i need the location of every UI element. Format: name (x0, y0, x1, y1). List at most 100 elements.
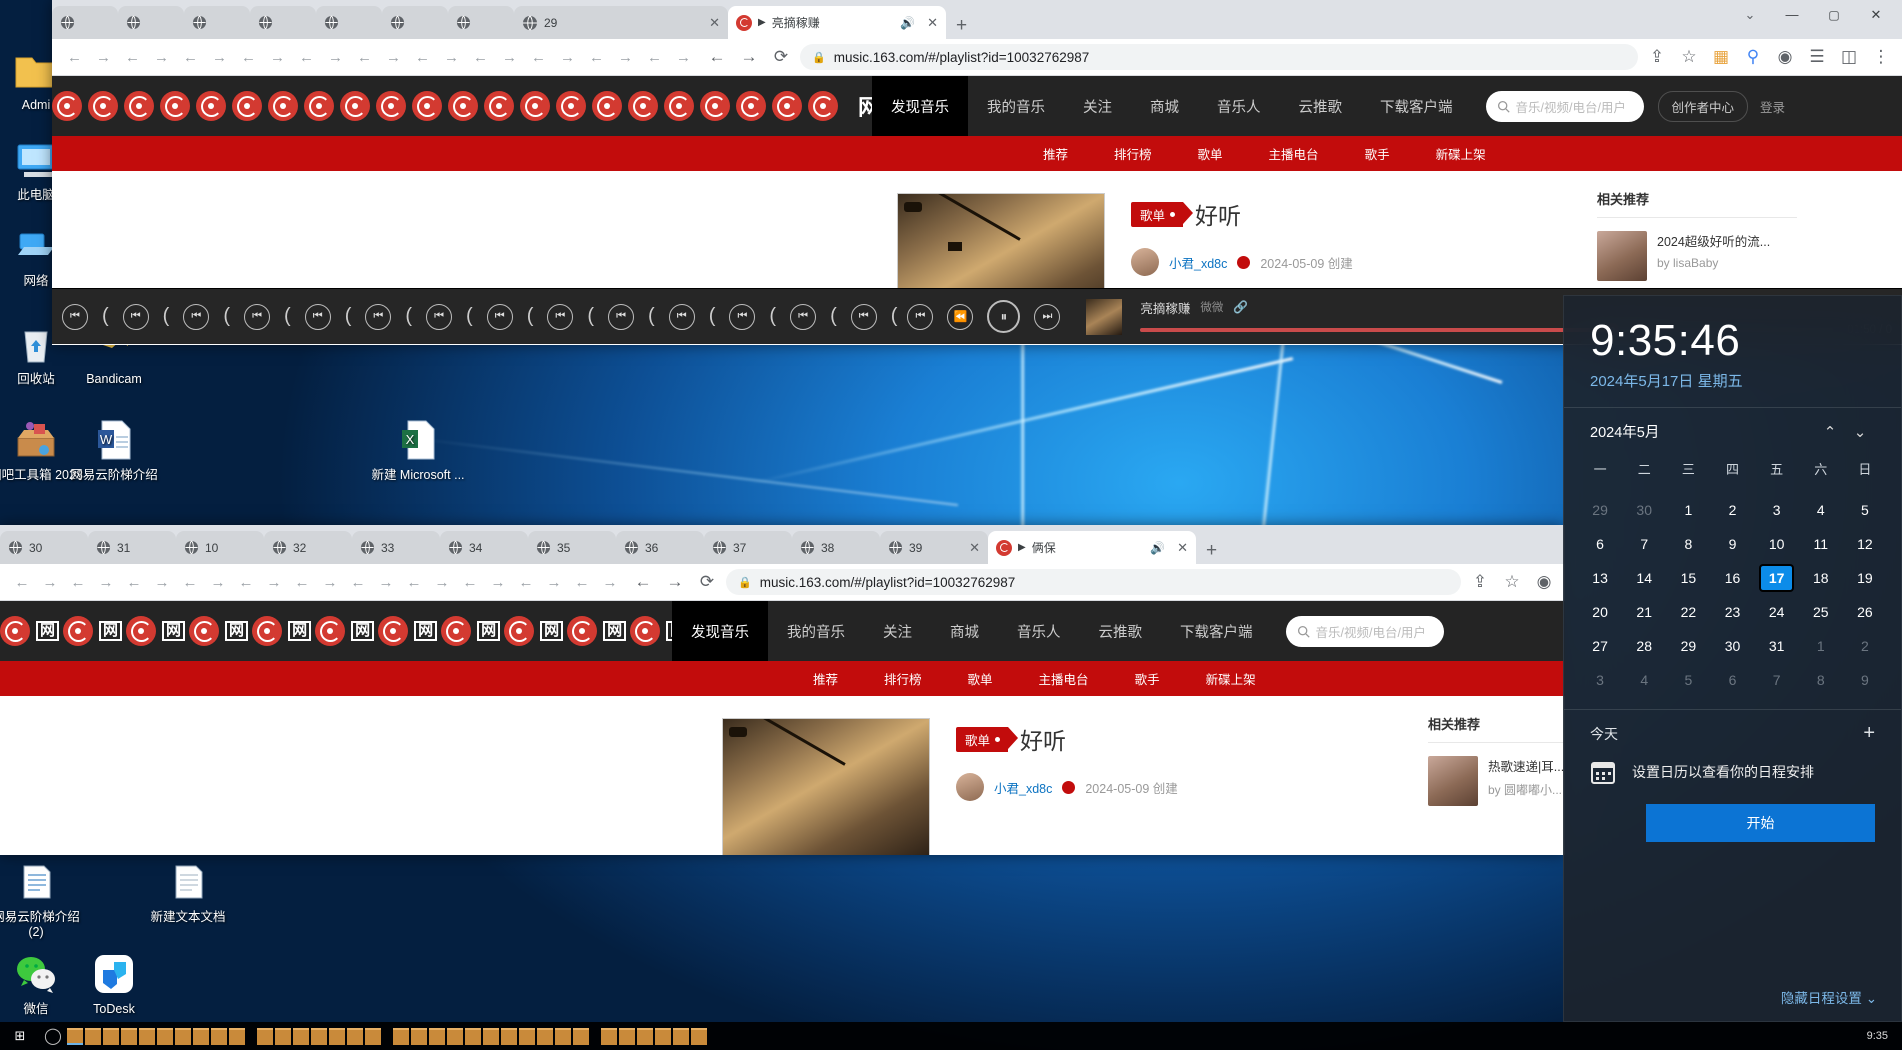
tab-overflow[interactable] (52, 6, 118, 39)
taskbar-window-button[interactable] (447, 1028, 463, 1045)
netease-nav-top[interactable]: 发现音乐我的音乐关注商城音乐人云推歌下载客户端 (872, 76, 1472, 136)
calendar-day[interactable]: 24 (1755, 595, 1799, 629)
bookmark-star-icon[interactable]: ☆ (1676, 47, 1702, 67)
share-icon[interactable]: ⇪ (1644, 47, 1670, 67)
taskbar-window-button[interactable] (311, 1028, 327, 1045)
netease-nav-5[interactable]: 云推歌 (1280, 76, 1362, 136)
playlist-author-avatar-top[interactable] (1131, 248, 1159, 276)
calendar-day[interactable]: 30 (1622, 493, 1666, 527)
back-button[interactable]: ← (704, 47, 730, 67)
netease-nav-1[interactable]: 我的音乐 (968, 76, 1064, 136)
calendar-day[interactable]: 8 (1666, 527, 1710, 561)
taskbar-window-button[interactable] (293, 1028, 309, 1045)
window-minimize-button[interactable]: — (1772, 0, 1812, 30)
netease-nav-4[interactable]: 音乐人 (1198, 76, 1280, 136)
tab-close-icon[interactable]: ✕ (969, 540, 980, 556)
tab-strip-top[interactable]: 29 ✕ ▶ 亮摘稼赚 🔊 ✕ + ⌄ — ▢ ✕ (52, 0, 1902, 39)
tab-overflow[interactable] (448, 6, 514, 39)
tab-38[interactable]: 38 (792, 531, 880, 564)
bookmark-star-icon[interactable]: ☆ (1499, 572, 1525, 592)
clock-calendar-flyout[interactable]: 9:35:46 2024年5月17日 星期五 2024年5月 ⌃ ⌄ 一二三四五… (1563, 295, 1902, 1022)
sidepanel-icon[interactable]: ◫ (1836, 47, 1862, 67)
netease-subnav-4[interactable]: 歌手 (1342, 144, 1413, 163)
share-icon[interactable]: ⇪ (1467, 572, 1493, 592)
desktop-icon-netease-doc-2[interactable]: 网易云阶梯介绍(2) (0, 858, 84, 940)
netease-subnav-0[interactable]: 推荐 (790, 669, 861, 688)
forward-button[interactable]: → (736, 47, 762, 67)
calendar-day[interactable]: 18 (1799, 561, 1843, 595)
taskbar-window-button[interactable] (67, 1028, 83, 1045)
taskbar-window-button[interactable] (347, 1028, 363, 1045)
netease-nav-4[interactable]: 音乐人 (998, 601, 1080, 661)
taskbar-window-button[interactable] (483, 1028, 499, 1045)
calendar-day[interactable]: 4 (1622, 663, 1666, 697)
tab-32[interactable]: 32 (264, 531, 352, 564)
netease-subnav-2[interactable]: 歌单 (1175, 144, 1246, 163)
calendar-day[interactable]: 6 (1710, 663, 1754, 697)
calendar-day[interactable]: 30 (1710, 629, 1754, 663)
agenda-add-icon[interactable]: + (1863, 722, 1875, 745)
taskbar-window-button[interactable] (691, 1028, 707, 1045)
tab-34[interactable]: 34 (440, 531, 528, 564)
browser-window-top[interactable]: 29 ✕ ▶ 亮摘稼赚 🔊 ✕ + ⌄ — ▢ ✕ ←→←→←→←→←→←→←→… (52, 0, 1902, 345)
calendar-day[interactable]: 23 (1710, 595, 1754, 629)
calendar-day[interactable]: 7 (1622, 527, 1666, 561)
recommend-item-top[interactable]: 2024超级好听的流... by lisaBaby (1597, 218, 1797, 281)
taskbar-window-button[interactable] (193, 1028, 209, 1045)
taskbar-window-button[interactable] (229, 1028, 245, 1045)
taskbar-window-button[interactable] (365, 1028, 381, 1045)
window-chevron-icon[interactable]: ⌄ (1730, 0, 1770, 30)
tab-overflow[interactable] (382, 6, 448, 39)
window-maximize-button[interactable]: ▢ (1814, 0, 1854, 30)
tab-overflow[interactable] (250, 6, 316, 39)
netease-subnav-5[interactable]: 新碟上架 (1413, 144, 1509, 163)
calendar-day[interactable]: 29 (1666, 629, 1710, 663)
calendar-day[interactable]: 25 (1799, 595, 1843, 629)
window-close-button[interactable]: ✕ (1856, 0, 1896, 30)
calendar-prev-icon[interactable]: ⌃ (1815, 423, 1845, 441)
calendar-day[interactable]: 5 (1666, 663, 1710, 697)
calendar-day[interactable]: 27 (1578, 629, 1622, 663)
recommend-item-bottom[interactable]: 热歌速递|耳... by 圆嘟嘟小... (1428, 743, 1565, 806)
taskbar-window-button[interactable] (157, 1028, 173, 1045)
address-bar-top[interactable]: 🔒 music.163.com/#/playlist?id=1003276298… (800, 44, 1638, 70)
calendar-day[interactable]: 26 (1843, 595, 1887, 629)
calendar-day[interactable]: 2 (1843, 629, 1887, 663)
taskbar-window-button[interactable] (411, 1028, 427, 1045)
calendar-day[interactable]: 11 (1799, 527, 1843, 561)
taskbar-window-button[interactable] (103, 1028, 119, 1045)
tab-close-icon[interactable]: ✕ (1177, 540, 1188, 556)
creator-center-button-top[interactable]: 创作者中心 (1658, 91, 1749, 122)
netease-subnav-4[interactable]: 歌手 (1112, 669, 1183, 688)
recommend-name[interactable]: 热歌速递|耳... (1488, 756, 1564, 775)
netease-subnav-1[interactable]: 排行榜 (861, 669, 945, 688)
netease-nav-3[interactable]: 商城 (931, 601, 998, 661)
taskbar-clock[interactable]: 9:35 (1867, 1030, 1902, 1042)
omnibox-row-top[interactable]: ←→←→←→←→←→←→←→←→←→←→←→ ← → ⟳ 🔒 music.163… (52, 39, 1902, 76)
calendar-day[interactable]: 15 (1666, 561, 1710, 595)
tab-active-top[interactable]: ▶ 亮摘稼赚 🔊 ✕ (728, 6, 946, 39)
netease-nav-2[interactable]: 关注 (864, 601, 931, 661)
menu-kebab-icon[interactable]: ⋮ (1868, 47, 1894, 67)
hide-agenda-settings-link[interactable]: 隐藏日程设置 ⌄ (1781, 987, 1877, 1007)
calendar-day[interactable]: 9 (1710, 527, 1754, 561)
calendar-day[interactable]: 4 (1799, 493, 1843, 527)
taskbar-window-button[interactable] (519, 1028, 535, 1045)
omnibox-row-bottom[interactable]: ←→←→←→←→←→←→←→←→←→←→←→ ← → ⟳ 🔒 music.163… (0, 564, 1565, 601)
tab-strip-bottom[interactable]: 3031103233343536373839✕ ▶ 俩保 🔊 ✕ + (0, 525, 1565, 564)
extension-pin-icon[interactable]: ⚲ (1740, 47, 1766, 67)
netease-subnav-2[interactable]: 歌单 (945, 669, 1016, 688)
taskbar-search-icon[interactable]: ◯ (40, 1026, 66, 1046)
player-rewind-button-top[interactable]: ⏪ (947, 304, 973, 330)
calendar-day[interactable]: 6 (1578, 527, 1622, 561)
player-prev-button-top[interactable]: ⏮ (907, 304, 933, 330)
tab-30[interactable]: 30 (0, 531, 88, 564)
calendar-day[interactable]: 22 (1666, 595, 1710, 629)
netease-search-input-bottom[interactable]: 音乐/视频/电台/用户 (1286, 616, 1444, 647)
tab-overflow[interactable] (316, 6, 382, 39)
calendar-day[interactable]: 14 (1622, 561, 1666, 595)
tab-close-icon[interactable]: ✕ (709, 15, 720, 31)
taskbar-window-button[interactable] (175, 1028, 191, 1045)
calendar-day[interactable]: 28 (1622, 629, 1666, 663)
taskbar-window-button[interactable] (501, 1028, 517, 1045)
